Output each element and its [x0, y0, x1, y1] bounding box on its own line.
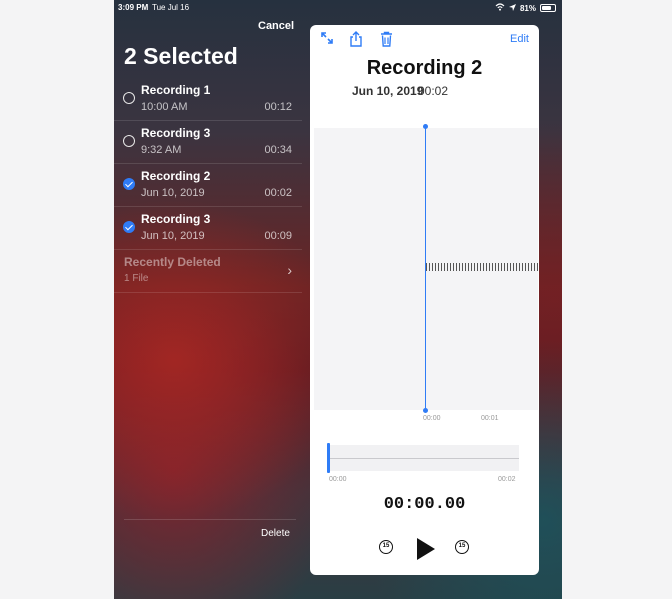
recording-date: 10:00 AM	[141, 101, 188, 113]
select-radio-checked[interactable]	[123, 178, 135, 190]
recording-row[interactable]: Recording 3 Jun 10, 2019 00:09	[114, 207, 302, 250]
expand-icon[interactable]	[320, 31, 334, 48]
recording-duration: 00:09	[264, 230, 292, 242]
share-icon[interactable]	[349, 31, 363, 50]
wave-tick-label: 00:01	[481, 415, 499, 422]
recording-name: Recording 2	[141, 169, 211, 183]
recording-detail-panel: Edit Recording 2 Jun 10, 2019 00:02 00:0…	[310, 25, 539, 575]
recording-date: Jun 10, 2019	[141, 187, 205, 199]
recording-duration: 00:02	[418, 84, 449, 98]
selection-title: 2 Selected	[124, 43, 238, 69]
playhead-top-handle[interactable]	[423, 124, 428, 129]
skip-back-15-icon[interactable]: 15	[379, 540, 393, 554]
recording-duration: 00:34	[264, 144, 292, 156]
select-radio[interactable]	[123, 135, 135, 147]
status-bar: 3:09 PM Tue Jul 16 81%	[114, 0, 562, 14]
play-icon[interactable]	[417, 538, 435, 560]
recording-duration: 00:12	[264, 101, 292, 113]
delete-button[interactable]: Delete	[261, 528, 290, 539]
wifi-icon	[495, 3, 505, 13]
playhead-bottom-handle[interactable]	[423, 408, 428, 413]
recording-row[interactable]: Recording 2 Jun 10, 2019 00:02	[114, 164, 302, 207]
battery-icon	[540, 4, 556, 12]
recording-title: Recording 2	[366, 57, 483, 79]
scrub-end-label: 00:02	[498, 476, 516, 483]
recording-date: 9:32 AM	[141, 144, 182, 156]
waveform	[426, 263, 539, 271]
status-date: Tue Jul 16	[152, 3, 190, 12]
battery-percent: 81%	[519, 3, 536, 13]
trash-icon[interactable]	[380, 31, 393, 50]
recording-name: Recording 3	[141, 126, 211, 140]
wave-tick-label: 00:00	[423, 415, 441, 422]
recording-date: Jun 10, 2019	[141, 230, 205, 242]
select-radio[interactable]	[123, 92, 135, 104]
recording-date: Jun 10, 2019	[352, 84, 424, 98]
recording-row[interactable]: Recording 3 9:32 AM 00:34	[114, 121, 302, 164]
skip-back-label: 15	[382, 543, 390, 549]
toolbar-divider	[124, 519, 296, 520]
location-icon	[508, 3, 516, 13]
recording-row[interactable]: Recording 1 10:00 AM 00:12	[114, 78, 302, 121]
skip-forward-label: 15	[458, 543, 466, 549]
status-right: 81%	[495, 3, 556, 13]
playback-time: 00:00.00	[383, 495, 466, 514]
skip-forward-15-icon[interactable]: 15	[455, 540, 469, 554]
scrub-track	[327, 458, 519, 459]
status-time: 3:09 PM	[118, 3, 149, 12]
chevron-right-icon: ›	[287, 262, 292, 278]
recently-deleted-count: 1 File	[124, 273, 149, 284]
recording-duration: 00:02	[264, 187, 292, 199]
playhead[interactable]	[425, 126, 426, 411]
recently-deleted-row[interactable]: Recently Deleted 1 File ›	[114, 250, 302, 293]
voice-memos-screen: 3:09 PM Tue Jul 16 81% Cancel 2 Selected…	[114, 0, 562, 599]
cancel-button[interactable]: Cancel	[258, 20, 294, 32]
scrub-handle[interactable]	[327, 443, 330, 473]
recordings-list: Recording 1 10:00 AM 00:12 Recording 3 9…	[114, 78, 302, 293]
scrub-start-label: 00:00	[329, 476, 347, 483]
recording-name: Recording 3	[141, 212, 211, 226]
recently-deleted-title: Recently Deleted	[124, 255, 221, 269]
select-radio-checked[interactable]	[123, 221, 135, 233]
edit-button[interactable]: Edit	[510, 33, 529, 45]
recording-name: Recording 1	[141, 83, 211, 97]
